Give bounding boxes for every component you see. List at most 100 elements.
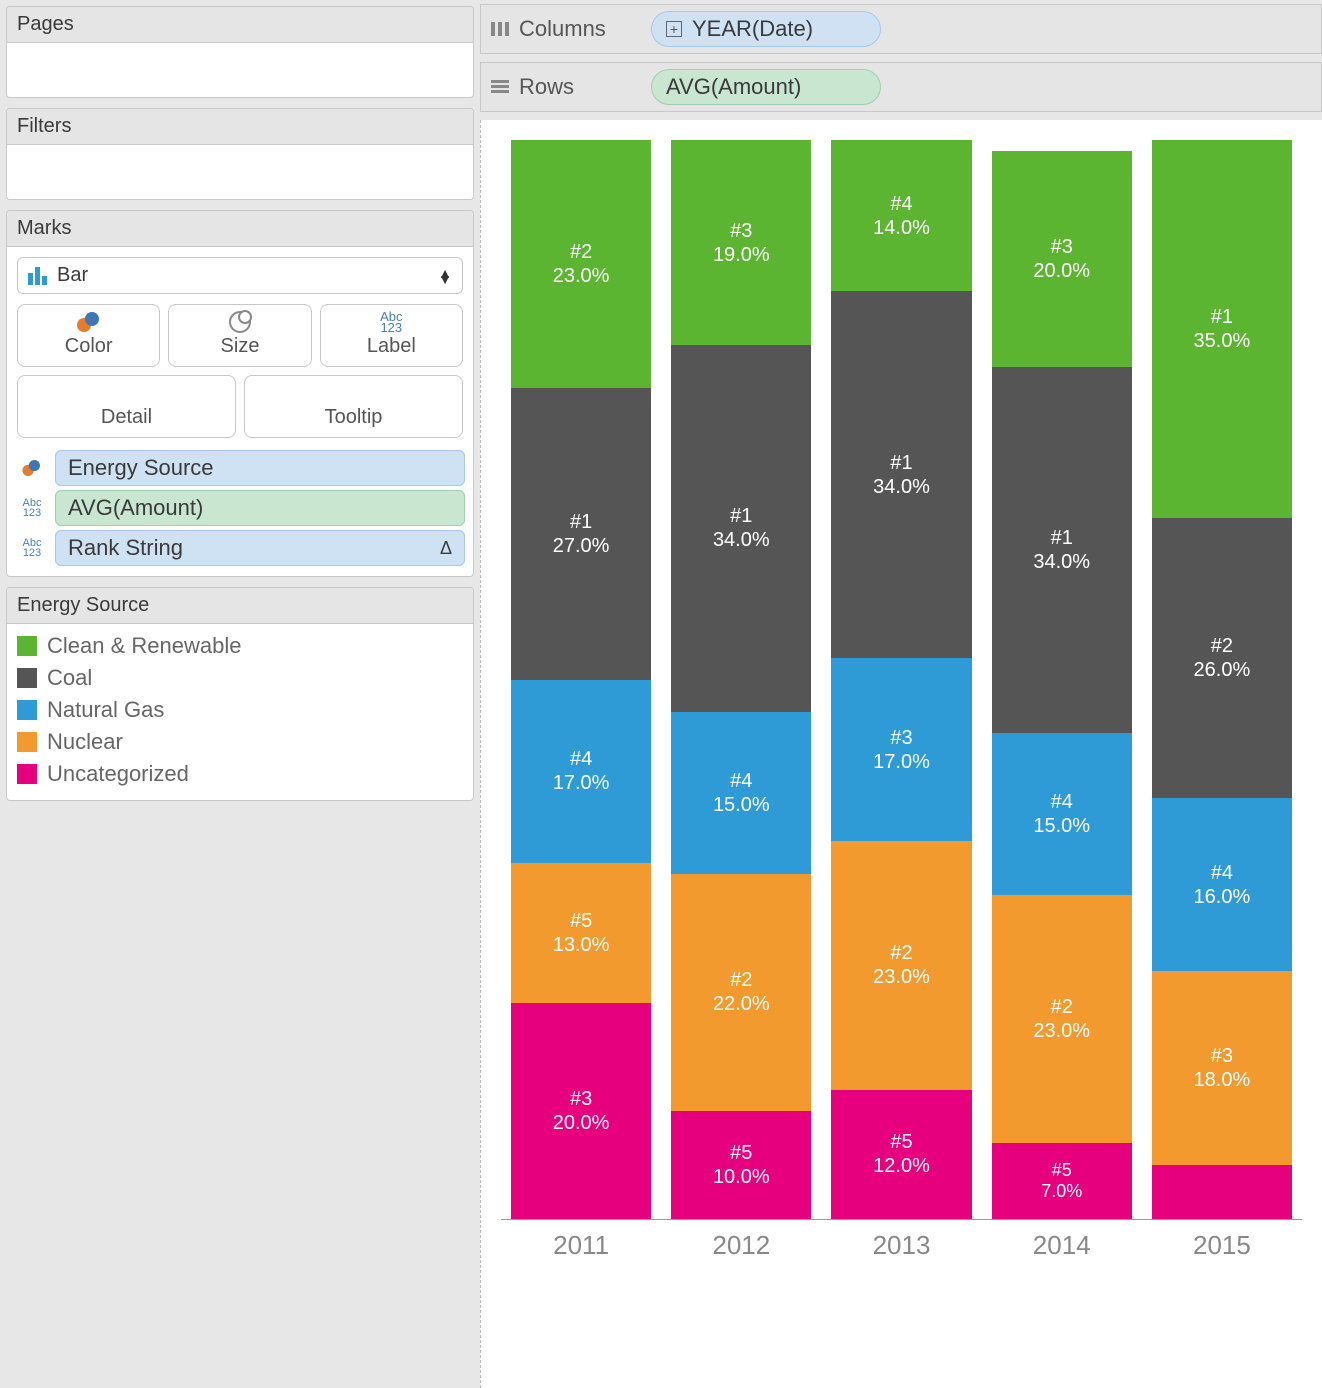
legend-label: Natural Gas bbox=[47, 697, 164, 723]
bar-column[interactable]: #320.0%#513.0%#417.0%#127.0%#223.0% bbox=[511, 140, 651, 1219]
bar-segment[interactable]: #223.0% bbox=[511, 140, 651, 388]
legend-item[interactable]: Clean & Renewable bbox=[17, 630, 463, 662]
bar-segment[interactable]: #134.0% bbox=[992, 367, 1132, 734]
segment-value-label: 13.0% bbox=[553, 933, 610, 957]
bar-segment[interactable]: #319.0% bbox=[671, 140, 811, 345]
x-tick-label: 2011 bbox=[511, 1230, 651, 1261]
marks-pill-label-row-1[interactable]: Abc123 AVG(Amount) bbox=[15, 490, 465, 526]
marks-size-label: Size bbox=[221, 335, 260, 358]
segment-rank-label: #2 bbox=[730, 968, 752, 992]
marks-type-label: Bar bbox=[57, 264, 88, 287]
bar-segment[interactable]: #318.0% bbox=[1152, 971, 1292, 1165]
columns-pill-year-date[interactable]: + YEAR(Date) bbox=[651, 11, 881, 47]
pill-avg-amount[interactable]: AVG(Amount) bbox=[55, 490, 465, 526]
segment-value-label: 20.0% bbox=[553, 1111, 610, 1135]
bar-segment[interactable]: #57.0% bbox=[992, 1143, 1132, 1219]
bar-segment[interactable] bbox=[1152, 1165, 1292, 1219]
segment-rank-label: #1 bbox=[1211, 305, 1233, 329]
filters-shelf[interactable]: Filters bbox=[6, 108, 474, 200]
marks-tooltip-button[interactable]: Tooltip bbox=[244, 375, 463, 438]
segment-rank-label: #3 bbox=[570, 1087, 592, 1111]
bar-segment[interactable]: #134.0% bbox=[671, 345, 811, 712]
segment-value-label: 14.0% bbox=[873, 216, 930, 240]
bar-segment[interactable]: #416.0% bbox=[1152, 798, 1292, 971]
segment-rank-label: #5 bbox=[730, 1141, 752, 1165]
bar-segment[interactable]: #223.0% bbox=[831, 841, 971, 1089]
bar-segment[interactable]: #134.0% bbox=[831, 291, 971, 658]
segment-value-label: 23.0% bbox=[1033, 1019, 1090, 1043]
rows-icon bbox=[491, 80, 509, 94]
pill-rank-string[interactable]: Rank String Δ bbox=[55, 530, 465, 566]
marks-size-button[interactable]: Size bbox=[168, 304, 311, 367]
segment-value-label: 20.0% bbox=[1033, 259, 1090, 283]
bar-segment[interactable]: #320.0% bbox=[511, 1003, 651, 1219]
pages-shelf[interactable]: Pages bbox=[6, 6, 474, 98]
expand-icon[interactable]: + bbox=[666, 21, 682, 37]
legend-swatch bbox=[17, 700, 37, 720]
viz-area[interactable]: #320.0%#513.0%#417.0%#127.0%#223.0%#510.… bbox=[480, 120, 1322, 1388]
segment-rank-label: #1 bbox=[890, 451, 912, 475]
x-tick-label: 2015 bbox=[1152, 1230, 1292, 1261]
legend-item[interactable]: Uncategorized bbox=[17, 758, 463, 790]
legend-swatch bbox=[17, 668, 37, 688]
pill-energy-source[interactable]: Energy Source bbox=[55, 450, 465, 486]
marks-detail-button[interactable]: Detail bbox=[17, 375, 236, 438]
segment-rank-label: #2 bbox=[890, 941, 912, 965]
marks-label-button[interactable]: Abc123 Label bbox=[320, 304, 463, 367]
marks-pill-color-row[interactable]: Energy Source bbox=[15, 450, 465, 486]
segment-rank-label: #4 bbox=[730, 769, 752, 793]
bar-column[interactable]: #510.0%#222.0%#415.0%#134.0%#319.0% bbox=[671, 140, 811, 1219]
filters-dropzone[interactable] bbox=[7, 145, 473, 199]
bar-segment[interactable]: #222.0% bbox=[671, 874, 811, 1111]
bar-segment[interactable]: #415.0% bbox=[992, 733, 1132, 895]
bar-segment[interactable]: #317.0% bbox=[831, 658, 971, 841]
marks-color-button[interactable]: Color bbox=[17, 304, 160, 367]
legend-item[interactable]: Natural Gas bbox=[17, 694, 463, 726]
pages-dropzone[interactable] bbox=[7, 43, 473, 97]
bar-segment[interactable]: #510.0% bbox=[671, 1111, 811, 1219]
bar-segment[interactable]: #226.0% bbox=[1152, 518, 1292, 799]
legend-item[interactable]: Coal bbox=[17, 662, 463, 694]
bar-segment[interactable]: #415.0% bbox=[671, 712, 811, 874]
columns-shelf[interactable]: Columns + YEAR(Date) bbox=[480, 4, 1322, 54]
legend-swatch bbox=[17, 636, 37, 656]
segment-value-label: 17.0% bbox=[873, 750, 930, 774]
bar-segment[interactable]: #127.0% bbox=[511, 388, 651, 679]
segment-rank-label: #4 bbox=[890, 192, 912, 216]
stacked-bar-chart[interactable]: #320.0%#513.0%#417.0%#127.0%#223.0%#510.… bbox=[501, 140, 1302, 1220]
segment-rank-label: #5 bbox=[570, 909, 592, 933]
segment-rank-label: #2 bbox=[1051, 995, 1073, 1019]
bar-column[interactable]: #57.0%#223.0%#415.0%#134.0%#320.0% bbox=[992, 140, 1132, 1219]
bar-segment[interactable]: #513.0% bbox=[511, 863, 651, 1003]
segment-value-label: 19.0% bbox=[713, 243, 770, 267]
bar-segment[interactable]: #417.0% bbox=[511, 680, 651, 863]
marks-type-dropdown[interactable]: Bar ▲▼ bbox=[17, 257, 463, 294]
segment-rank-label: #5 bbox=[1052, 1160, 1072, 1182]
app-root: Pages Filters Marks Bar ▲▼ Color bbox=[0, 0, 1322, 1388]
bar-segment[interactable]: #512.0% bbox=[831, 1090, 971, 1219]
bar-segment[interactable]: #135.0% bbox=[1152, 140, 1292, 518]
rows-pill-avg-amount[interactable]: AVG(Amount) bbox=[651, 69, 881, 105]
segment-rank-label: #3 bbox=[730, 219, 752, 243]
marks-pill-label-row-2[interactable]: Abc123 Rank String Δ bbox=[15, 530, 465, 566]
filters-header: Filters bbox=[7, 109, 473, 145]
bar-segment[interactable]: #320.0% bbox=[992, 151, 1132, 367]
legend-swatch bbox=[17, 764, 37, 784]
segment-value-label: 23.0% bbox=[553, 264, 610, 288]
bar-column[interactable]: #318.0%#416.0%#226.0%#135.0% bbox=[1152, 140, 1292, 1219]
segment-value-label: 35.0% bbox=[1194, 329, 1251, 353]
legend-items: Clean & RenewableCoal Natural Gas NuclearU… bbox=[7, 624, 473, 800]
segment-rank-label: #4 bbox=[570, 747, 592, 771]
bar-segment[interactable]: #223.0% bbox=[992, 895, 1132, 1143]
legend-item[interactable]: Nuclear bbox=[17, 726, 463, 758]
bar-column[interactable]: #512.0%#223.0%#317.0%#134.0%#414.0% bbox=[831, 140, 971, 1219]
pages-header: Pages bbox=[7, 7, 473, 43]
rows-shelf[interactable]: Rows AVG(Amount) bbox=[480, 62, 1322, 112]
segment-value-label: 34.0% bbox=[1033, 550, 1090, 574]
right-panel: Columns + YEAR(Date) Rows AVG(Amount) #3… bbox=[480, 0, 1322, 1388]
marks-tooltip-label: Tooltip bbox=[325, 406, 383, 429]
segment-rank-label: #2 bbox=[1211, 634, 1233, 658]
bar-segment[interactable]: #414.0% bbox=[831, 140, 971, 291]
size-icon bbox=[229, 311, 251, 333]
segment-value-label: 12.0% bbox=[873, 1154, 930, 1178]
